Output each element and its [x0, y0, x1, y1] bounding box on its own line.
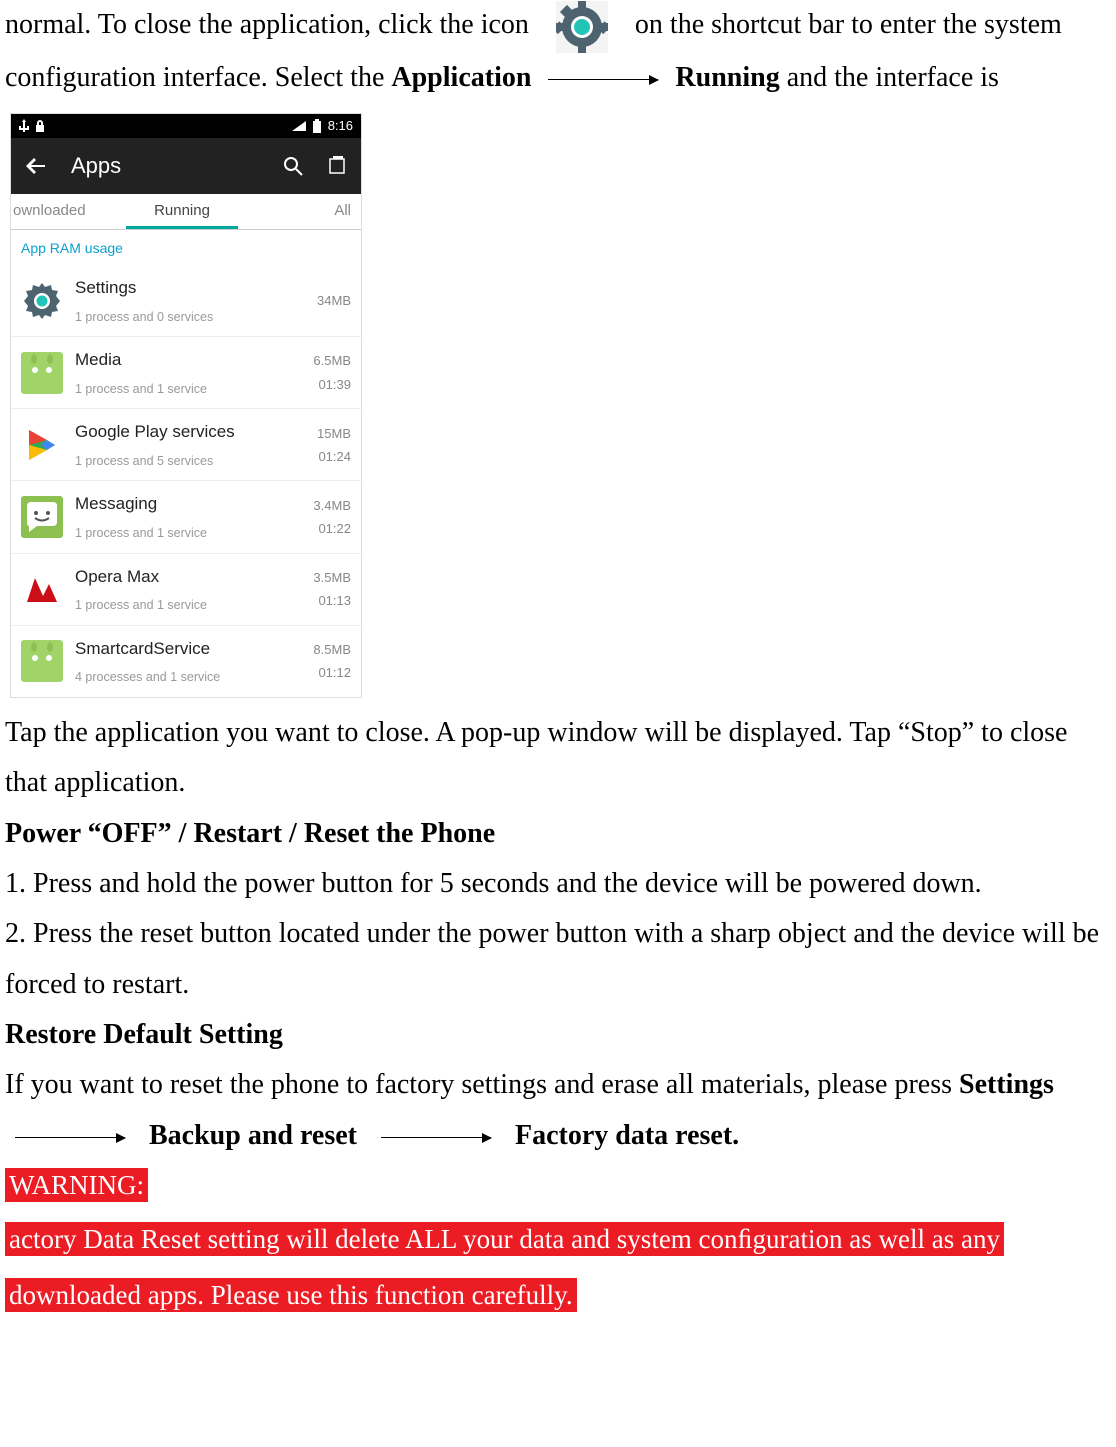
section-label: App RAM usage: [11, 230, 361, 265]
app-sub: 1 process and 0 services: [75, 306, 305, 329]
warning-text: downloaded apps. Please use this functio…: [5, 1278, 577, 1312]
tab-running[interactable]: Running: [126, 194, 239, 229]
app-bar: Apps: [11, 138, 361, 194]
messaging-app-icon: [21, 496, 63, 538]
app-name: Google Play services: [75, 417, 305, 448]
paragraph-3: If you want to reset the phone to factor…: [5, 1060, 1111, 1161]
app-sub: 1 process and 1 service: [75, 522, 301, 545]
app-time: 01:13: [313, 589, 351, 612]
settings-gear-icon: [556, 1, 608, 53]
app-time: 01:22: [313, 517, 351, 540]
heading-power: Power “OFF” / Restart / Reset the Phone: [5, 809, 1111, 859]
menu-icon[interactable]: [327, 156, 347, 176]
text-bold: Factory data reset.: [515, 1120, 739, 1151]
play-services-app-icon: [21, 424, 63, 466]
app-time: 01:39: [313, 373, 351, 396]
app-row[interactable]: SmartcardService 4 processes and 1 servi…: [11, 626, 361, 697]
app-size: 8.5MB: [313, 638, 351, 661]
battery-icon: [312, 119, 322, 133]
app-row[interactable]: Messaging 1 process and 1 service 3.4MB …: [11, 481, 361, 553]
lock-icon: [35, 120, 45, 132]
smartcard-app-icon: [21, 640, 63, 682]
app-sub: 1 process and 1 service: [75, 378, 301, 401]
app-time: 01:24: [317, 445, 351, 468]
back-arrow-icon[interactable]: [25, 155, 47, 177]
tab-downloaded[interactable]: ownloaded: [11, 194, 126, 229]
app-name: Settings: [75, 273, 305, 304]
app-name: Opera Max: [75, 562, 301, 593]
arrow-right-icon: [381, 1137, 491, 1138]
tab-all[interactable]: All: [238, 194, 361, 229]
settings-app-icon: [21, 280, 63, 322]
text: and the interface is: [787, 62, 999, 93]
app-size: 3.5MB: [313, 566, 351, 589]
heading-restore: Restore Default Setting: [5, 1010, 1111, 1060]
list-item-1: 1. Press and hold the power button for 5…: [5, 859, 1111, 909]
app-size: 15MB: [317, 422, 351, 445]
text-bold: Settings: [959, 1069, 1054, 1100]
search-icon[interactable]: [283, 156, 303, 176]
signal-icon: [292, 121, 306, 131]
usb-icon: [19, 119, 29, 133]
app-row[interactable]: Media 1 process and 1 service 6.5MB 01:3…: [11, 337, 361, 409]
warning-label: WARNING:: [5, 1168, 148, 1202]
app-size: 34MB: [317, 289, 351, 312]
media-app-icon: [21, 352, 63, 394]
phone-screenshot: 8:16 Apps ownloaded Running All App RAM …: [10, 113, 362, 698]
opera-max-app-icon: [21, 568, 63, 610]
paragraph-2: Tap the application you want to close. A…: [5, 708, 1111, 809]
app-size: 6.5MB: [313, 349, 351, 372]
app-sub: 1 process and 1 service: [75, 594, 301, 617]
app-name: Messaging: [75, 489, 301, 520]
arrow-right-icon: [15, 1137, 125, 1138]
app-row[interactable]: Google Play services 1 process and 5 ser…: [11, 409, 361, 481]
arrow-right-icon: [548, 79, 658, 80]
list-item-2: 2. Press the reset button located under …: [5, 909, 1111, 1010]
app-time: 01:12: [313, 661, 351, 684]
app-sub: 1 process and 5 services: [75, 450, 305, 473]
app-row[interactable]: Opera Max 1 process and 1 service 3.5MB …: [11, 554, 361, 626]
text-bold: Backup and reset: [149, 1120, 357, 1151]
text: If you want to reset the phone to factor…: [5, 1069, 959, 1100]
text: normal. To close the application, click …: [5, 9, 529, 40]
app-row[interactable]: Settings 1 process and 0 services 34MB: [11, 265, 361, 337]
status-right: 8:16: [292, 114, 353, 137]
status-bar: 8:16: [11, 114, 361, 138]
text-bold: Running: [675, 62, 779, 93]
app-bar-title: Apps: [71, 146, 259, 186]
app-sub: 4 processes and 1 service: [75, 666, 301, 689]
text-bold: Application: [391, 62, 531, 93]
status-time: 8:16: [328, 114, 353, 137]
paragraph-1: normal. To close the application, click …: [5, 0, 1111, 103]
app-size: 3.4MB: [313, 494, 351, 517]
status-left: [19, 119, 45, 133]
app-name: SmartcardService: [75, 634, 301, 665]
tabs: ownloaded Running All: [11, 194, 361, 230]
warning-text: actory Data Reset setting will delete AL…: [5, 1222, 1004, 1256]
app-name: Media: [75, 345, 301, 376]
